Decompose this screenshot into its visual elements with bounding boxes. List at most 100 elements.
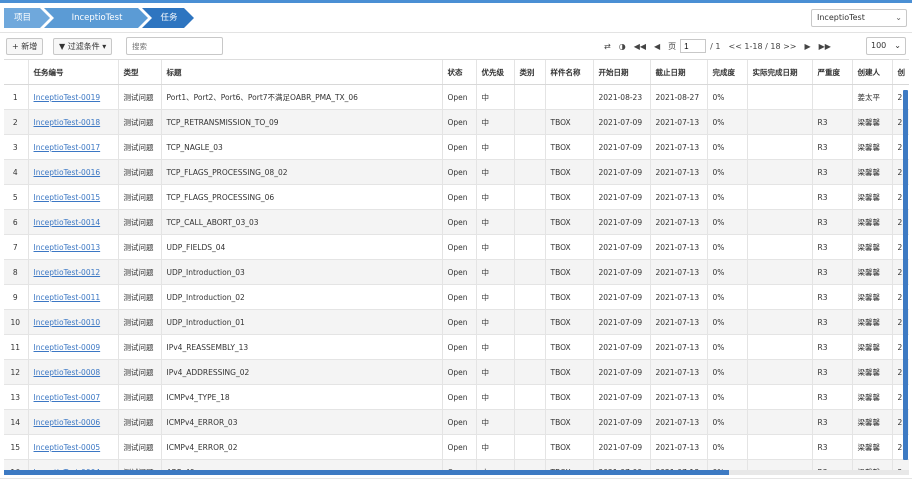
cell-status: Open (442, 159, 477, 185)
breadcrumb-current[interactable]: 任务 (142, 8, 194, 28)
project-select[interactable]: InceptioTest ⌄ (811, 9, 907, 27)
cell-task-id[interactable]: InceptioTest-0019 (28, 84, 119, 110)
cell-task-id[interactable]: InceptioTest-0004 (28, 459, 119, 470)
task-id-link[interactable]: InceptioTest-0016 (34, 168, 101, 177)
cell-status: Open (442, 134, 477, 160)
new-task-button[interactable]: + 新增 (6, 38, 44, 55)
task-id-link[interactable]: InceptioTest-0007 (34, 393, 101, 402)
task-id-link[interactable]: InceptioTest-0005 (34, 443, 101, 452)
table-row[interactable]: 7 InceptioTest-0013 测试问题 UDP_FIELDS_04 Open 中… (4, 234, 909, 260)
column-header-due-date[interactable]: 截止日期 (650, 60, 708, 85)
task-id-link[interactable]: InceptioTest-0008 (34, 368, 101, 377)
cell-creator: 梁馨馨 (852, 409, 893, 435)
task-id-link[interactable]: InceptioTest-0013 (34, 243, 101, 252)
horizontal-scrollbar-thumb[interactable] (4, 470, 729, 475)
column-header-severity[interactable]: 严重度 (812, 60, 853, 85)
cell-sample-name: TBOX (545, 259, 594, 285)
task-id-link[interactable]: InceptioTest-0011 (34, 293, 101, 302)
cell-row-number: 13 (4, 384, 29, 410)
cell-priority: 中 (476, 209, 515, 235)
vertical-scrollbar[interactable] (903, 90, 908, 460)
first-page-icon[interactable]: ◀◀ (634, 42, 646, 51)
filter-button[interactable]: ▼ 过滤条件 ▾ (53, 38, 113, 55)
column-header-creator[interactable]: 创建人 (852, 60, 893, 85)
breadcrumb-root[interactable]: 项目 (4, 8, 50, 28)
page-size-select[interactable]: 100 ⌄ (866, 37, 906, 55)
table-row[interactable]: 2 InceptioTest-0018 测试问题 TCP_RETRANSMISSION… (4, 109, 909, 135)
cell-task-id[interactable]: InceptioTest-0007 (28, 384, 119, 410)
cell-category (514, 209, 546, 235)
toggle-icon[interactable]: ◑ (619, 42, 626, 51)
cell-task-id[interactable]: InceptioTest-0015 (28, 184, 119, 210)
next-page-icon[interactable]: ▶ (805, 42, 811, 51)
column-header-category[interactable]: 类别 (514, 60, 546, 85)
cell-row-number: 15 (4, 434, 29, 460)
task-id-link[interactable]: InceptioTest-0018 (34, 118, 101, 127)
cell-completion: 0% (707, 234, 748, 260)
last-page-icon[interactable]: ▶▶ (819, 42, 831, 51)
column-header-title[interactable]: 标题 (161, 60, 443, 85)
table-row[interactable]: 4 InceptioTest-0016 测试问题 TCP_FLAGS_PROCESSI… (4, 159, 909, 185)
cell-task-id[interactable]: InceptioTest-0008 (28, 359, 119, 385)
column-header-actual-completion-date[interactable]: 实际完成日期 (747, 60, 813, 85)
cell-task-id[interactable]: InceptioTest-0017 (28, 134, 119, 160)
cell-category (514, 84, 546, 110)
task-id-link[interactable]: InceptioTest-0006 (34, 418, 101, 427)
column-header-type[interactable]: 类型 (118, 60, 162, 85)
column-header-completion[interactable]: 完成度 (707, 60, 748, 85)
column-header-start-date[interactable]: 开始日期 (593, 60, 651, 85)
task-id-link[interactable]: InceptioTest-0014 (34, 218, 101, 227)
table-row[interactable]: 16InceptioTest-0004测试问题ARP_49Open中TBOX20… (4, 459, 909, 470)
task-id-link[interactable]: InceptioTest-0009 (34, 343, 101, 352)
cell-task-id[interactable]: InceptioTest-0016 (28, 159, 119, 185)
column-header-task-id[interactable]: 任务编号 (28, 60, 119, 85)
cell-task-id[interactable]: InceptioTest-0005 (28, 434, 119, 460)
cell-task-id[interactable]: InceptioTest-0011 (28, 284, 119, 310)
table-row[interactable]: 1 InceptioTest-0019 测试问题 Port1、Port2、Port6、… (4, 84, 909, 110)
cell-task-id[interactable]: InceptioTest-0014 (28, 209, 119, 235)
table-row[interactable]: 5 InceptioTest-0015 测试问题 TCP_FLAGS_PROCESSI… (4, 184, 909, 210)
cell-priority: 中 (476, 459, 515, 470)
cell-task-id[interactable]: InceptioTest-0006 (28, 409, 119, 435)
cell-task-id[interactable]: InceptioTest-0013 (28, 234, 119, 260)
task-id-link[interactable]: InceptioTest-0012 (34, 268, 101, 277)
breadcrumb-project[interactable]: InceptioTest (44, 8, 148, 28)
task-id-link[interactable]: InceptioTest-0019 (34, 93, 101, 102)
table-row[interactable]: 8 InceptioTest-0012 测试问题 UDP_Introduction_0… (4, 259, 909, 285)
cell-row-number: 10 (4, 309, 29, 335)
task-id-link[interactable]: InceptioTest-0010 (34, 318, 101, 327)
column-header-sample-name[interactable]: 样件名称 (545, 60, 594, 85)
horizontal-scrollbar[interactable] (4, 470, 909, 475)
column-header-row-number[interactable] (4, 60, 29, 85)
table-row[interactable]: 6 InceptioTest-0014 测试问题 TCP_CALL_ABORT_03_… (4, 209, 909, 235)
swap-columns-icon[interactable]: ⇄ (604, 42, 611, 51)
cell-task-id[interactable]: InceptioTest-0018 (28, 109, 119, 135)
cell-severity: R3 (812, 459, 853, 470)
column-header-priority[interactable]: 优先级 (476, 60, 515, 85)
task-id-link[interactable]: InceptioTest-0017 (34, 143, 101, 152)
cell-start-date: 2021-07-09 (593, 159, 651, 185)
table-row[interactable]: 9 InceptioTest-0011 测试问题 UDP_Introduction_0… (4, 284, 909, 310)
cell-completion: 0% (707, 209, 748, 235)
table-row[interactable]: 13 InceptioTest-0007 测试问题 ICMPv4_TYPE_18 Ope… (4, 384, 909, 410)
page-input[interactable] (680, 39, 707, 53)
cell-task-id[interactable]: InceptioTest-0009 (28, 334, 119, 360)
table-row[interactable]: 15 InceptioTest-0005 测试问题 ICMPv4_ERROR_02 Op… (4, 434, 909, 460)
cell-category (514, 234, 546, 260)
table-row[interactable]: 12 InceptioTest-0008 测试问题 IPv4_ADDRESSING_0… (4, 359, 909, 385)
cell-task-id[interactable]: InceptioTest-0012 (28, 259, 119, 285)
column-header-status[interactable]: 状态 (442, 60, 477, 85)
cell-severity: R3 (812, 384, 853, 410)
table-row[interactable]: 3 InceptioTest-0017 测试问题 TCP_NAGLE_03 Open 中 T… (4, 134, 909, 160)
column-header-created[interactable]: 创 (892, 60, 909, 85)
table-row[interactable]: 14 InceptioTest-0006 测试问题 ICMPv4_ERROR_03 Op… (4, 409, 909, 435)
cell-completion: 0% (707, 359, 748, 385)
task-id-link[interactable]: InceptioTest-0015 (34, 193, 101, 202)
cell-priority: 中 (476, 134, 515, 160)
prev-page-icon[interactable]: ◀ (654, 42, 660, 51)
table-row[interactable]: 11 InceptioTest-0009 测试问题 IPv4_REASSEMBLY_1… (4, 334, 909, 360)
table-row[interactable]: 10 InceptioTest-0010 测试问题 UDP_Introduction_… (4, 309, 909, 335)
cell-task-id[interactable]: InceptioTest-0010 (28, 309, 119, 335)
search-input[interactable] (126, 37, 223, 55)
cell-title: UDP_Introduction_03 (161, 259, 443, 285)
